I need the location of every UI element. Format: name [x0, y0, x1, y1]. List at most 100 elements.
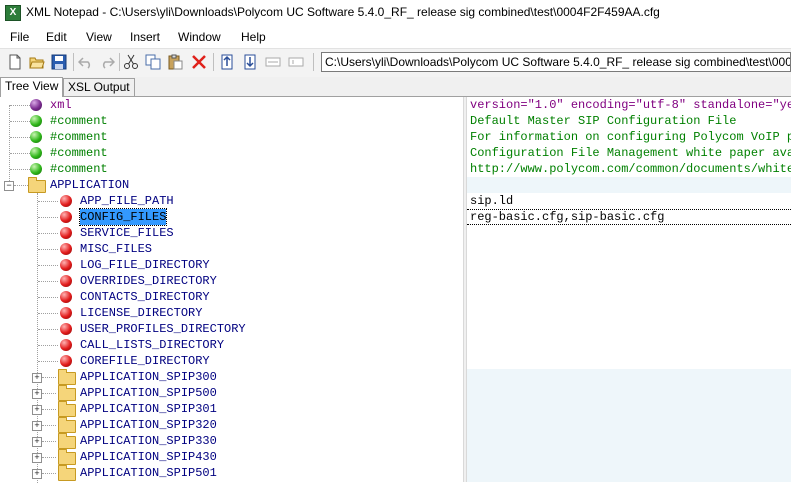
value-xml-declaration[interactable]: version="1.0" encoding="utf-8" standalon… [467, 97, 791, 113]
expand-folder-toggle[interactable]: + [32, 453, 42, 463]
collapse-application-toggle[interactable]: − [4, 181, 14, 191]
tree-connector [38, 345, 58, 346]
open-folder-icon[interactable] [29, 54, 45, 70]
tree-connector [42, 457, 56, 458]
expand-folder-toggle[interactable]: + [32, 405, 42, 415]
expand-folder-toggle[interactable]: + [32, 469, 42, 479]
nudge-up-icon[interactable] [219, 54, 235, 70]
folder-icon [58, 433, 76, 449]
node-label: #comment [50, 162, 108, 176]
node-label: #comment [50, 130, 108, 144]
value-comment[interactable]: Default Master SIP Configuration File [467, 113, 791, 129]
node-label: CONFIG_FILES [78, 208, 168, 226]
value-empty-rows [467, 225, 791, 369]
node-label: LOG_FILE_DIRECTORY [80, 258, 210, 272]
tree-connector [38, 249, 58, 250]
element-node-icon [60, 243, 72, 255]
node-label: APPLICATION_SPIP300 [80, 370, 217, 384]
file-path-input[interactable]: C:\Users\yli\Downloads\Polycom UC Softwa… [321, 52, 791, 72]
toolbar-separator [213, 53, 214, 71]
menu-edit[interactable]: Edit [46, 30, 67, 44]
value-config-files-selected[interactable]: reg-basic.cfg,sip-basic.cfg [467, 209, 791, 225]
node-label: OVERRIDES_DIRECTORY [80, 274, 217, 288]
tree-connector [38, 297, 58, 298]
tree-connector [42, 377, 56, 378]
toolbar-separator [119, 53, 120, 71]
save-icon[interactable] [51, 54, 67, 70]
tree-view-pane[interactable]: xml #comment #comment #comment #comment … [0, 97, 463, 483]
node-label: #comment [50, 114, 108, 128]
node-label: xml [50, 98, 72, 112]
element-node-icon [60, 355, 72, 367]
copy-icon[interactable] [145, 54, 161, 70]
new-file-icon[interactable] [7, 54, 23, 70]
menu-view[interactable]: View [86, 30, 112, 44]
menu-file[interactable]: File [10, 30, 29, 44]
tree-connector [10, 137, 30, 138]
value-comment[interactable]: For information on configuring Polycom V… [467, 129, 791, 145]
nudge-left-icon[interactable] [265, 54, 281, 70]
node-label: APPLICATION_SPIP330 [80, 434, 217, 448]
xml-declaration-node-icon [30, 99, 42, 111]
tree-connector [38, 313, 58, 314]
node-label: COREFILE_DIRECTORY [80, 354, 210, 368]
comment-node-icon [30, 163, 42, 175]
value-comment[interactable]: http://www.polycom.com/common/documents/… [467, 161, 791, 177]
value-app-file-path[interactable]: sip.ld [467, 193, 791, 209]
undo-icon[interactable] [78, 54, 94, 70]
tree-connector [38, 361, 58, 362]
node-label: USER_PROFILES_DIRECTORY [80, 322, 246, 336]
tree-connector [42, 441, 56, 442]
node-label: MISC_FILES [80, 242, 153, 256]
view-tabs: Tree View XSL Output [0, 77, 791, 97]
expand-folder-toggle[interactable]: + [32, 373, 42, 383]
tree-connector [42, 425, 56, 426]
element-node-icon [60, 211, 72, 223]
tree-connector [42, 473, 56, 474]
folder-icon [58, 401, 76, 417]
tree-connector [10, 105, 30, 106]
tree-connector [38, 233, 58, 234]
redo-icon[interactable] [99, 54, 115, 70]
menu-window[interactable]: Window [178, 30, 221, 44]
comment-node-icon [30, 131, 42, 143]
tree-connector [10, 121, 30, 122]
folder-icon [58, 465, 76, 481]
node-label: #comment [50, 146, 108, 160]
expand-folder-toggle[interactable]: + [32, 421, 42, 431]
nudge-down-icon[interactable] [242, 54, 258, 70]
cut-icon[interactable] [123, 54, 139, 70]
tree-connector [38, 201, 58, 202]
element-node-icon [60, 323, 72, 335]
element-node-icon [60, 259, 72, 271]
nudge-right-icon[interactable] [288, 54, 304, 70]
node-label: SERVICE_FILES [80, 226, 174, 240]
xml-notepad-app-icon: X [5, 5, 21, 21]
element-node-icon [60, 195, 72, 207]
node-label: LICENSE_DIRECTORY [80, 306, 203, 320]
element-node-icon [60, 227, 72, 239]
node-label: APPLICATION_SPIP500 [80, 386, 217, 400]
expand-folder-toggle[interactable]: + [32, 389, 42, 399]
folder-icon [58, 369, 76, 385]
tree-connector [9, 105, 10, 185]
tree-connector [38, 265, 58, 266]
node-label: APPLICATION_SPIP501 [80, 466, 217, 480]
value-comment[interactable]: Configuration File Management white pape… [467, 145, 791, 161]
tree-connector [42, 409, 56, 410]
menu-help[interactable]: Help [241, 30, 266, 44]
node-values-pane[interactable]: version="1.0" encoding="utf-8" standalon… [467, 97, 791, 482]
toolbar-separator [313, 53, 314, 71]
menu-bar: File Edit View Insert Window Help [0, 26, 791, 48]
tab-xsl-output[interactable]: XSL Output [63, 78, 135, 96]
expand-folder-toggle[interactable]: + [32, 437, 42, 447]
folder-open-icon [28, 177, 46, 193]
menu-insert[interactable]: Insert [130, 30, 160, 44]
delete-icon[interactable] [191, 54, 207, 70]
node-label: APP_FILE_PATH [80, 194, 174, 208]
node-label: CONTACTS_DIRECTORY [80, 290, 210, 304]
tab-tree-view[interactable]: Tree View [0, 77, 64, 97]
paste-icon[interactable] [167, 54, 183, 70]
folder-icon [58, 385, 76, 401]
title-bar: X XML Notepad - C:\Users\yli\Downloads\P… [0, 0, 791, 26]
